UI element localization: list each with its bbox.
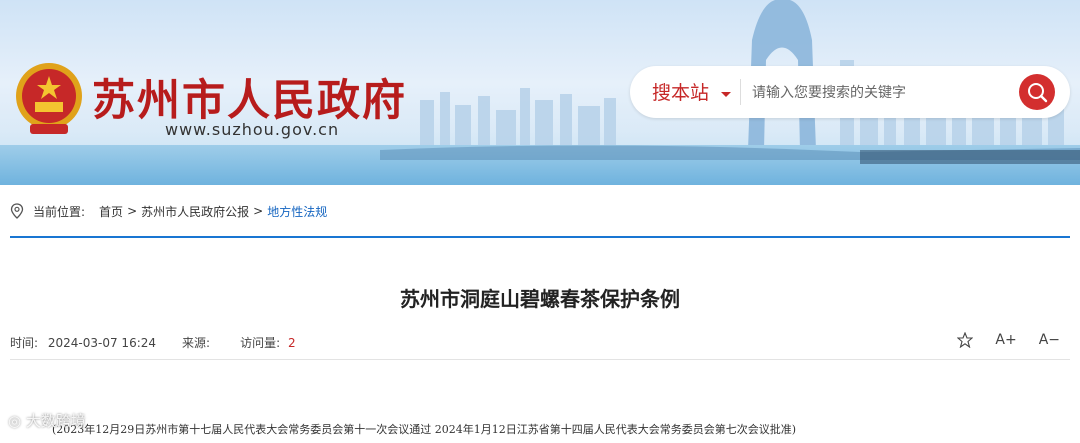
watermark-text: 大数跨境 <box>25 412 86 430</box>
watermark-icon: ◎ <box>8 412 26 430</box>
time-value: 2024-03-07 16:24 <box>47 336 157 350</box>
search-scope-dropdown[interactable]: 搜本站 <box>652 78 709 105</box>
breadcrumb-current[interactable]: 地方性法规 <box>267 203 327 220</box>
views-label: 访问量: <box>240 336 281 350</box>
article-tools: A+ A− <box>957 332 1060 348</box>
site-title[interactable]: 苏州市人民政府 <box>92 66 407 128</box>
meta-divider <box>10 359 1070 360</box>
font-increase-button[interactable]: A+ <box>995 332 1016 348</box>
search-divider <box>740 79 741 105</box>
time-label: 时间: <box>10 336 39 350</box>
views-value: 2 <box>287 336 296 350</box>
publish-time: 时间: 2024-03-07 16:24 <box>10 334 156 351</box>
breadcrumb-label: 当前位置: <box>33 204 86 219</box>
location-pin-icon <box>10 203 24 219</box>
source: 来源: <box>182 334 210 351</box>
search-bar: 搜本站 <box>630 66 1070 118</box>
breadcrumb: 当前位置: 首页 > 苏州市人民政府公报 > 地方性法规 <box>10 201 327 221</box>
chevron-down-icon[interactable] <box>721 92 731 97</box>
favorite-star-icon[interactable] <box>957 332 974 348</box>
font-decrease-button[interactable]: A− <box>1039 332 1060 348</box>
national-emblem-icon <box>16 63 82 134</box>
search-icon <box>1028 83 1048 103</box>
article-lead: (2023年12月29日苏州市第十七届人民代表大会常务委员会第十一次会议通过 2… <box>52 423 797 436</box>
view-count: 访问量: 2 <box>240 334 296 351</box>
breadcrumb-separator: > <box>127 204 138 218</box>
article-title: 苏州市洞庭山碧螺春茶保护条例 <box>400 287 680 311</box>
breadcrumb-separator: > <box>253 204 264 218</box>
divider <box>10 236 1070 238</box>
site-url: www.suzhou.gov.cn <box>165 120 340 139</box>
search-input[interactable] <box>750 76 1004 110</box>
breadcrumb-gazette[interactable]: 苏州市人民政府公报 <box>141 203 249 220</box>
breadcrumb-home[interactable]: 首页 <box>99 203 123 220</box>
watermark: ◎ 大数跨境 <box>8 410 86 431</box>
header-banner: 苏州市人民政府 www.suzhou.gov.cn 搜本站 <box>0 0 1080 185</box>
source-label: 来源: <box>182 336 211 350</box>
search-button[interactable] <box>1019 74 1055 110</box>
article-meta: 时间: 2024-03-07 16:24 来源: 访问量: 2 <box>10 334 322 351</box>
